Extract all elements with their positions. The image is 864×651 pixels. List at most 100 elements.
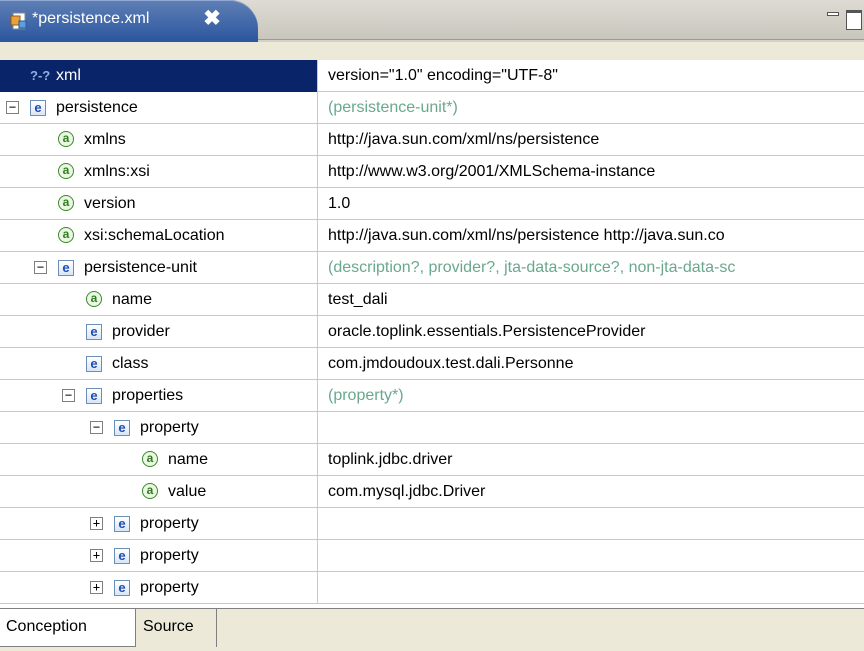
attribute-icon: a — [86, 291, 102, 307]
expand-toggle[interactable]: + — [90, 581, 103, 594]
expand-toggle[interactable]: + — [90, 549, 103, 562]
node-name: class — [112, 355, 149, 372]
node-value-cell[interactable]: http://www.w3.org/2001/XMLSchema-instanc… — [318, 156, 864, 188]
node-value-cell[interactable]: com.mysql.jdbc.Driver — [318, 476, 864, 508]
content-model-hint[interactable]: (description?, provider?, jta-data-sourc… — [318, 252, 864, 284]
node-name-cell[interactable]: + e property — [0, 540, 318, 572]
node-name: provider — [112, 323, 170, 340]
node-name: version — [84, 195, 136, 212]
node-name: persistence — [56, 99, 138, 116]
tree-row[interactable]: a xsi:schemaLocation http://java.sun.com/x… — [0, 220, 864, 252]
node-value-cell[interactable] — [318, 412, 864, 444]
node-name: xml — [56, 67, 81, 84]
node-name-cell[interactable]: a name — [0, 444, 318, 476]
node-name: properties — [112, 387, 184, 404]
xml-design-tree[interactable]: ?-? xml version="1.0" encoding="UTF-8" − e pe… — [0, 60, 864, 608]
tree-row[interactable]: + e property — [0, 508, 864, 540]
node-name-cell[interactable]: a version — [0, 188, 318, 220]
attribute-icon: a — [58, 227, 74, 243]
element-icon: e — [86, 356, 102, 372]
node-name-cell[interactable]: e provider — [0, 316, 318, 348]
tree-row[interactable]: e class com.jmdoudoux.test.dali.Personne — [0, 348, 864, 380]
tree-row[interactable]: a xmlns http://java.sun.com/xml/ns/persist… — [0, 124, 864, 156]
collapse-toggle[interactable]: − — [62, 389, 75, 402]
node-value-cell[interactable]: com.jmdoudoux.test.dali.Personne — [318, 348, 864, 380]
editor-tab-bar: *persistence.xml ✖ — [0, 0, 864, 42]
node-name-cell[interactable]: a xsi:schemaLocation — [0, 220, 318, 252]
node-name-cell[interactable]: ?-? xml — [0, 60, 318, 92]
node-name-cell[interactable]: + e property — [0, 572, 318, 604]
node-name-cell[interactable]: a xmlns:xsi — [0, 156, 318, 188]
element-icon: e — [114, 420, 130, 436]
element-icon: e — [58, 260, 74, 276]
minimize-button[interactable] — [826, 10, 840, 24]
node-name: name — [168, 451, 209, 468]
node-name: persistence-unit — [84, 259, 197, 276]
node-value-cell[interactable] — [318, 572, 864, 604]
node-name: property — [140, 547, 199, 564]
tree-row[interactable]: a name test_dali — [0, 284, 864, 316]
tree-row[interactable]: ?-? xml version="1.0" encoding="UTF-8" — [0, 60, 864, 92]
tree-row[interactable]: e provider oracle.toplink.essentials.Persi… — [0, 316, 864, 348]
node-name: property — [140, 419, 199, 436]
node-value-cell[interactable]: test_dali — [318, 284, 864, 316]
attribute-icon: a — [58, 131, 74, 147]
element-icon: e — [114, 516, 130, 532]
collapse-toggle[interactable]: − — [90, 421, 103, 434]
node-name-cell[interactable]: e class — [0, 348, 318, 380]
element-icon: e — [114, 548, 130, 564]
node-name: property — [140, 579, 199, 596]
node-value-cell[interactable] — [318, 540, 864, 572]
tree-row[interactable]: − e property — [0, 412, 864, 444]
tree-row[interactable]: a version 1.0 — [0, 188, 864, 220]
element-icon: e — [114, 580, 130, 596]
node-value-cell[interactable]: oracle.toplink.essentials.PersistencePro… — [318, 316, 864, 348]
node-value-cell[interactable]: 1.0 — [318, 188, 864, 220]
node-name-cell[interactable]: a value — [0, 476, 318, 508]
tree-row[interactable]: + e property — [0, 572, 864, 604]
tab-source[interactable]: Source — [137, 609, 217, 647]
node-name: value — [168, 483, 207, 500]
content-model-hint[interactable]: (property*) — [318, 380, 864, 412]
node-name: xmlns:xsi — [84, 163, 150, 180]
node-name-cell[interactable]: + e property — [0, 508, 318, 540]
node-name-cell[interactable]: a name — [0, 284, 318, 316]
attribute-icon: a — [142, 483, 158, 499]
processing-instruction-icon: ?-? — [30, 68, 51, 83]
node-name-cell[interactable]: − e properties — [0, 380, 318, 412]
attribute-icon: a — [58, 195, 74, 211]
maximize-button[interactable] — [846, 10, 864, 30]
element-icon: e — [86, 324, 102, 340]
node-name-cell[interactable]: − e property — [0, 412, 318, 444]
tree-row[interactable]: a xmlns:xsi http://www.w3.org/2001/XMLSche… — [0, 156, 864, 188]
tab-persistence-xml[interactable]: *persistence.xml ✖ — [0, 0, 258, 42]
node-name: xmlns — [84, 131, 126, 148]
attribute-icon: a — [142, 451, 158, 467]
node-value-cell[interactable] — [318, 508, 864, 540]
node-name-cell[interactable]: − e persistence-unit — [0, 252, 318, 284]
close-icon[interactable]: ✖ — [202, 7, 222, 31]
editor-mode-tabs: Conception Source — [0, 608, 864, 651]
node-name-cell[interactable]: − e persistence — [0, 92, 318, 124]
content-model-hint[interactable]: (persistence-unit*) — [318, 92, 864, 124]
collapse-toggle[interactable]: − — [34, 261, 47, 274]
tree-row[interactable]: − e persistence-unit (description?, provide… — [0, 252, 864, 284]
node-value-cell[interactable]: toplink.jdbc.driver — [318, 444, 864, 476]
expand-toggle[interactable]: + — [90, 517, 103, 530]
tree-row[interactable]: − e persistence (persistence-unit*) — [0, 92, 864, 124]
collapse-toggle[interactable]: − — [6, 101, 19, 114]
node-value-cell[interactable]: http://java.sun.com/xml/ns/persistence h… — [318, 220, 864, 252]
tab-conception[interactable]: Conception — [0, 609, 136, 647]
tree-row[interactable]: + e property — [0, 540, 864, 572]
element-icon: e — [86, 388, 102, 404]
node-name: property — [140, 515, 199, 532]
xml-file-icon — [10, 12, 27, 30]
node-name-cell[interactable]: a xmlns — [0, 124, 318, 156]
tree-row[interactable]: − e properties (property*) — [0, 380, 864, 412]
tree-row[interactable]: a name toplink.jdbc.driver — [0, 444, 864, 476]
element-icon: e — [30, 100, 46, 116]
tree-row[interactable]: a value com.mysql.jdbc.Driver — [0, 476, 864, 508]
attribute-icon: a — [58, 163, 74, 179]
node-value-cell[interactable]: http://java.sun.com/xml/ns/persistence — [318, 124, 864, 156]
node-value-cell[interactable]: version="1.0" encoding="UTF-8" — [318, 60, 864, 92]
